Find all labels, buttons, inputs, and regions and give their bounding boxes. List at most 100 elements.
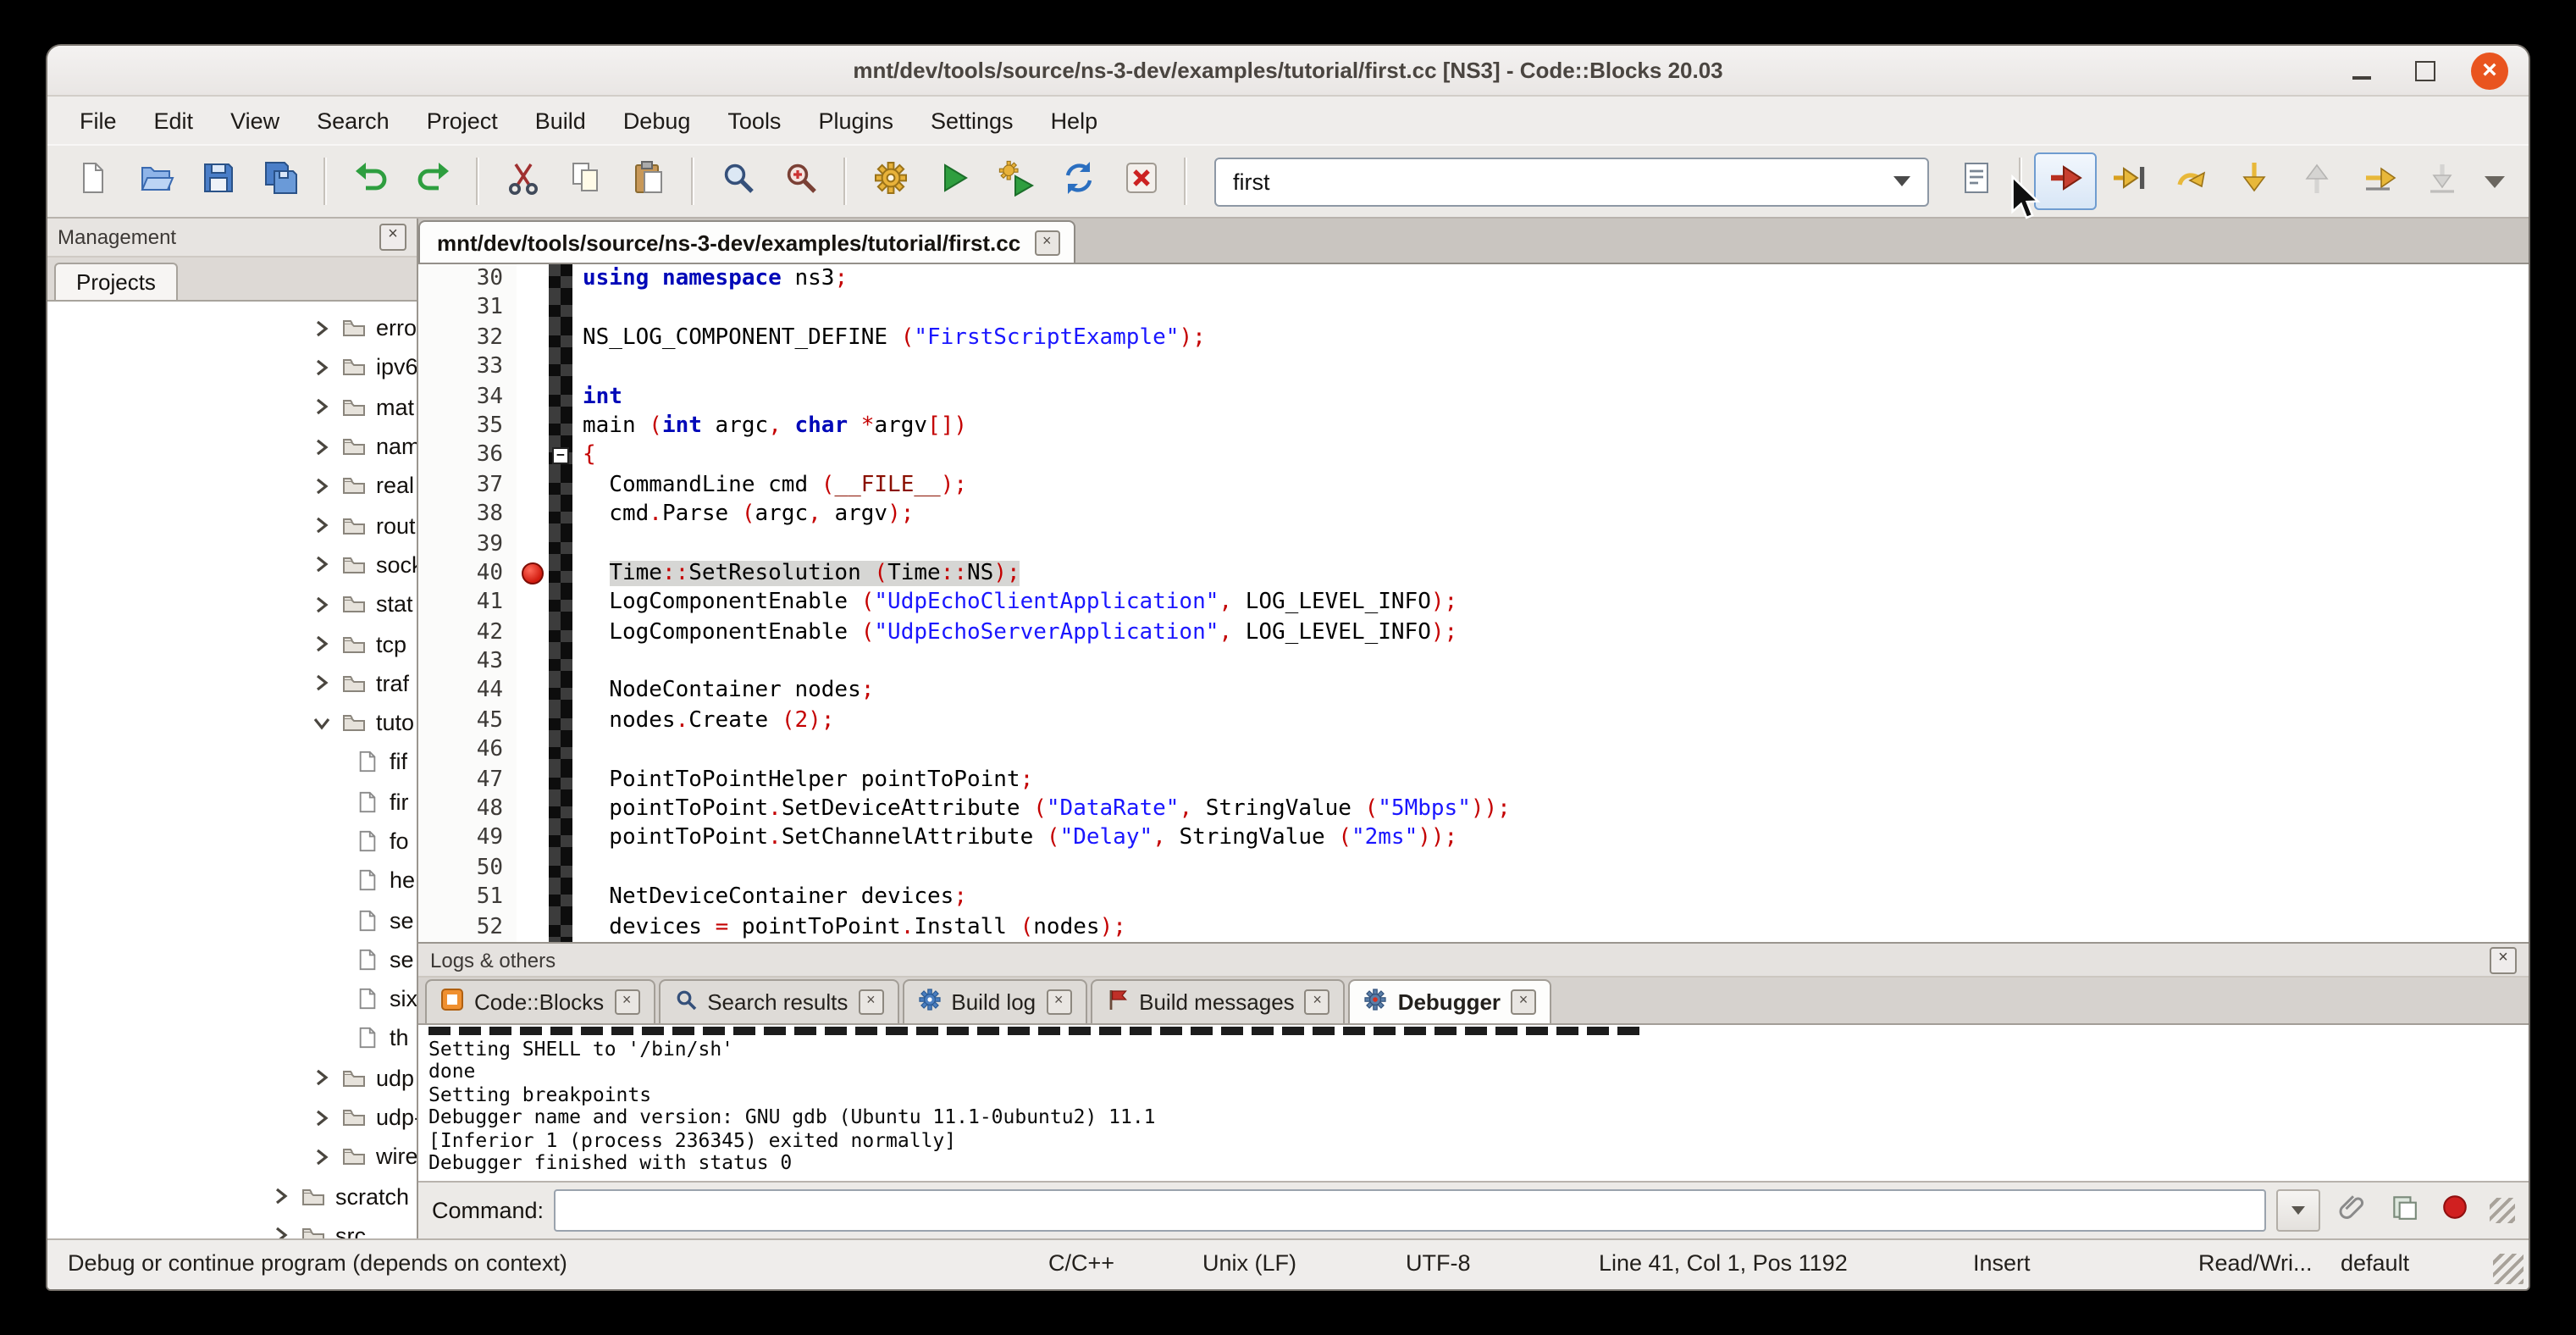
command-history-dropdown[interactable] [2276,1189,2320,1232]
run-to-cursor-button[interactable] [2097,152,2159,210]
tree-item-sock[interactable]: sock [47,546,417,585]
tree-item-wire[interactable]: wire [47,1137,417,1177]
code-line-51[interactable]: 51 NetDeviceContainer devices; [418,883,2529,912]
titlebar[interactable]: mnt/dev/tools/source/ns-3-dev/examples/t… [47,46,2529,97]
minimize-icon[interactable] [2342,52,2380,89]
debug-continue-button[interactable] [2034,152,2097,210]
chevron-right-icon[interactable] [315,357,335,378]
line-number[interactable]: 46 [418,736,517,766]
logs-tab-build-log[interactable]: Build log× [902,979,1086,1023]
build-and-run-button[interactable] [984,152,1047,210]
save-file-button[interactable] [186,152,249,210]
breakpoint-margin[interactable] [517,324,549,353]
menu-debug[interactable]: Debug [605,101,710,140]
code-line-42[interactable]: 42 LogComponentEnable ("UdpEchoServerApp… [418,618,2529,647]
tree-item-fir[interactable]: fir [47,782,417,822]
line-number[interactable]: 47 [418,765,517,795]
logs-tab-code-blocks[interactable]: Code::Blocks× [425,979,655,1023]
breakpoint-margin[interactable] [517,736,549,766]
menu-project[interactable]: Project [408,101,517,140]
rebuild-button[interactable] [1047,152,1109,210]
menu-edit[interactable]: Edit [135,101,213,140]
window-resize-grip[interactable] [2493,1254,2523,1284]
menu-plugins[interactable]: Plugins [799,101,912,140]
menu-build[interactable]: Build [517,101,605,140]
code-line-37[interactable]: 37 CommandLine cmd (__FILE__); [418,470,2529,500]
menu-view[interactable]: View [212,101,298,140]
line-number[interactable]: 38 [418,500,517,529]
breakpoint-icon[interactable] [522,562,544,584]
attach-button[interactable] [2330,1190,2374,1231]
code-line-30[interactable]: 30using namespace ns3; [418,264,2529,294]
code-line-36[interactable]: 36−{ [418,441,2529,471]
code-line-32[interactable]: 32NS_LOG_COMPONENT_DEFINE ("FirstScriptE… [418,324,2529,353]
chevron-right-icon[interactable] [315,1147,335,1167]
tree-item-scratch[interactable]: scratch [47,1177,417,1216]
save-all-files-button[interactable] [249,152,312,210]
breakpoint-margin[interactable] [517,706,549,736]
logs-tab-search-results[interactable]: Search results× [658,979,898,1023]
chevron-right-icon[interactable] [274,1226,295,1238]
tree-item-ipv6[interactable]: ipv6 [47,348,417,388]
code-line-41[interactable]: 41 LogComponentEnable ("UdpEchoClientApp… [418,589,2529,618]
step-out-button[interactable] [2285,152,2347,210]
tree-item-fo[interactable]: fo [47,822,417,861]
close-logs-icon[interactable]: × [2490,946,2517,973]
breakpoint-margin[interactable] [517,647,549,677]
line-number[interactable]: 49 [418,824,517,854]
code-line-40[interactable]: 40 Time::SetResolution (Time::NS); [418,559,2529,589]
next-line-button[interactable] [2159,152,2222,210]
menu-settings[interactable]: Settings [912,101,1032,140]
chevron-right-icon[interactable] [315,1107,335,1127]
menu-help[interactable]: Help [1032,101,1117,140]
chevron-right-icon[interactable] [315,634,335,654]
code-line-47[interactable]: 47 PointToPointHelper pointToPoint; [418,765,2529,795]
tree-item-traf[interactable]: traf [47,663,417,703]
run-button[interactable] [921,152,984,210]
line-number[interactable]: 51 [418,883,517,912]
chevron-right-icon[interactable] [274,1186,295,1206]
chevron-right-icon[interactable] [315,555,335,575]
close-icon[interactable]: × [2471,52,2508,89]
code-editor[interactable]: 30using namespace ns3;3132NS_LOG_COMPONE… [418,264,2529,942]
tree-item-six[interactable]: six [47,979,417,1019]
toolbar-overflow-chevron-icon[interactable] [2473,156,2515,207]
chevron-right-icon[interactable] [315,396,335,417]
command-input[interactable] [554,1189,2266,1232]
close-management-icon[interactable]: × [379,224,406,251]
cut-button[interactable] [491,152,554,210]
line-number[interactable]: 37 [418,470,517,500]
line-number[interactable]: 39 [418,529,517,559]
open-file-button[interactable] [124,152,186,210]
code-line-48[interactable]: 48 pointToPoint.SetDeviceAttribute ("Dat… [418,795,2529,824]
undo-button[interactable] [339,152,401,210]
redo-button[interactable] [401,152,464,210]
line-number[interactable]: 44 [418,677,517,706]
line-number[interactable]: 52 [418,912,517,942]
tree-item-rout[interactable]: rout [47,506,417,546]
new-file-button[interactable] [61,152,124,210]
line-number[interactable]: 41 [418,589,517,618]
chevron-right-icon[interactable] [315,594,335,614]
code-line-49[interactable]: 49 pointToPoint.SetChannelAttribute ("De… [418,824,2529,854]
tree-item-nam[interactable]: nam [47,427,417,467]
code-line-34[interactable]: 34int [418,382,2529,412]
tree-item-th[interactable]: th [47,1019,417,1059]
code-line-45[interactable]: 45 nodes.Create (2); [418,706,2529,736]
tree-item-mat[interactable]: mat [47,387,417,427]
tree-item-he[interactable]: he [47,861,417,900]
breakpoint-margin[interactable] [517,677,549,706]
line-number[interactable]: 30 [418,264,517,294]
tree-item-tcp[interactable]: tcp [47,624,417,664]
breakpoint-margin[interactable] [517,529,549,559]
chevron-right-icon[interactable] [315,436,335,457]
code-line-33[interactable]: 33 [418,352,2529,382]
line-number[interactable]: 42 [418,618,517,647]
breakpoint-margin[interactable] [517,500,549,529]
breakpoint-margin[interactable] [517,824,549,854]
code-line-44[interactable]: 44 NodeContainer nodes; [418,677,2529,706]
close-tab-icon[interactable]: × [858,989,883,1015]
code-line-31[interactable]: 31 [418,294,2529,324]
line-number[interactable]: 50 [418,854,517,884]
breakpoint-margin[interactable] [517,264,549,294]
